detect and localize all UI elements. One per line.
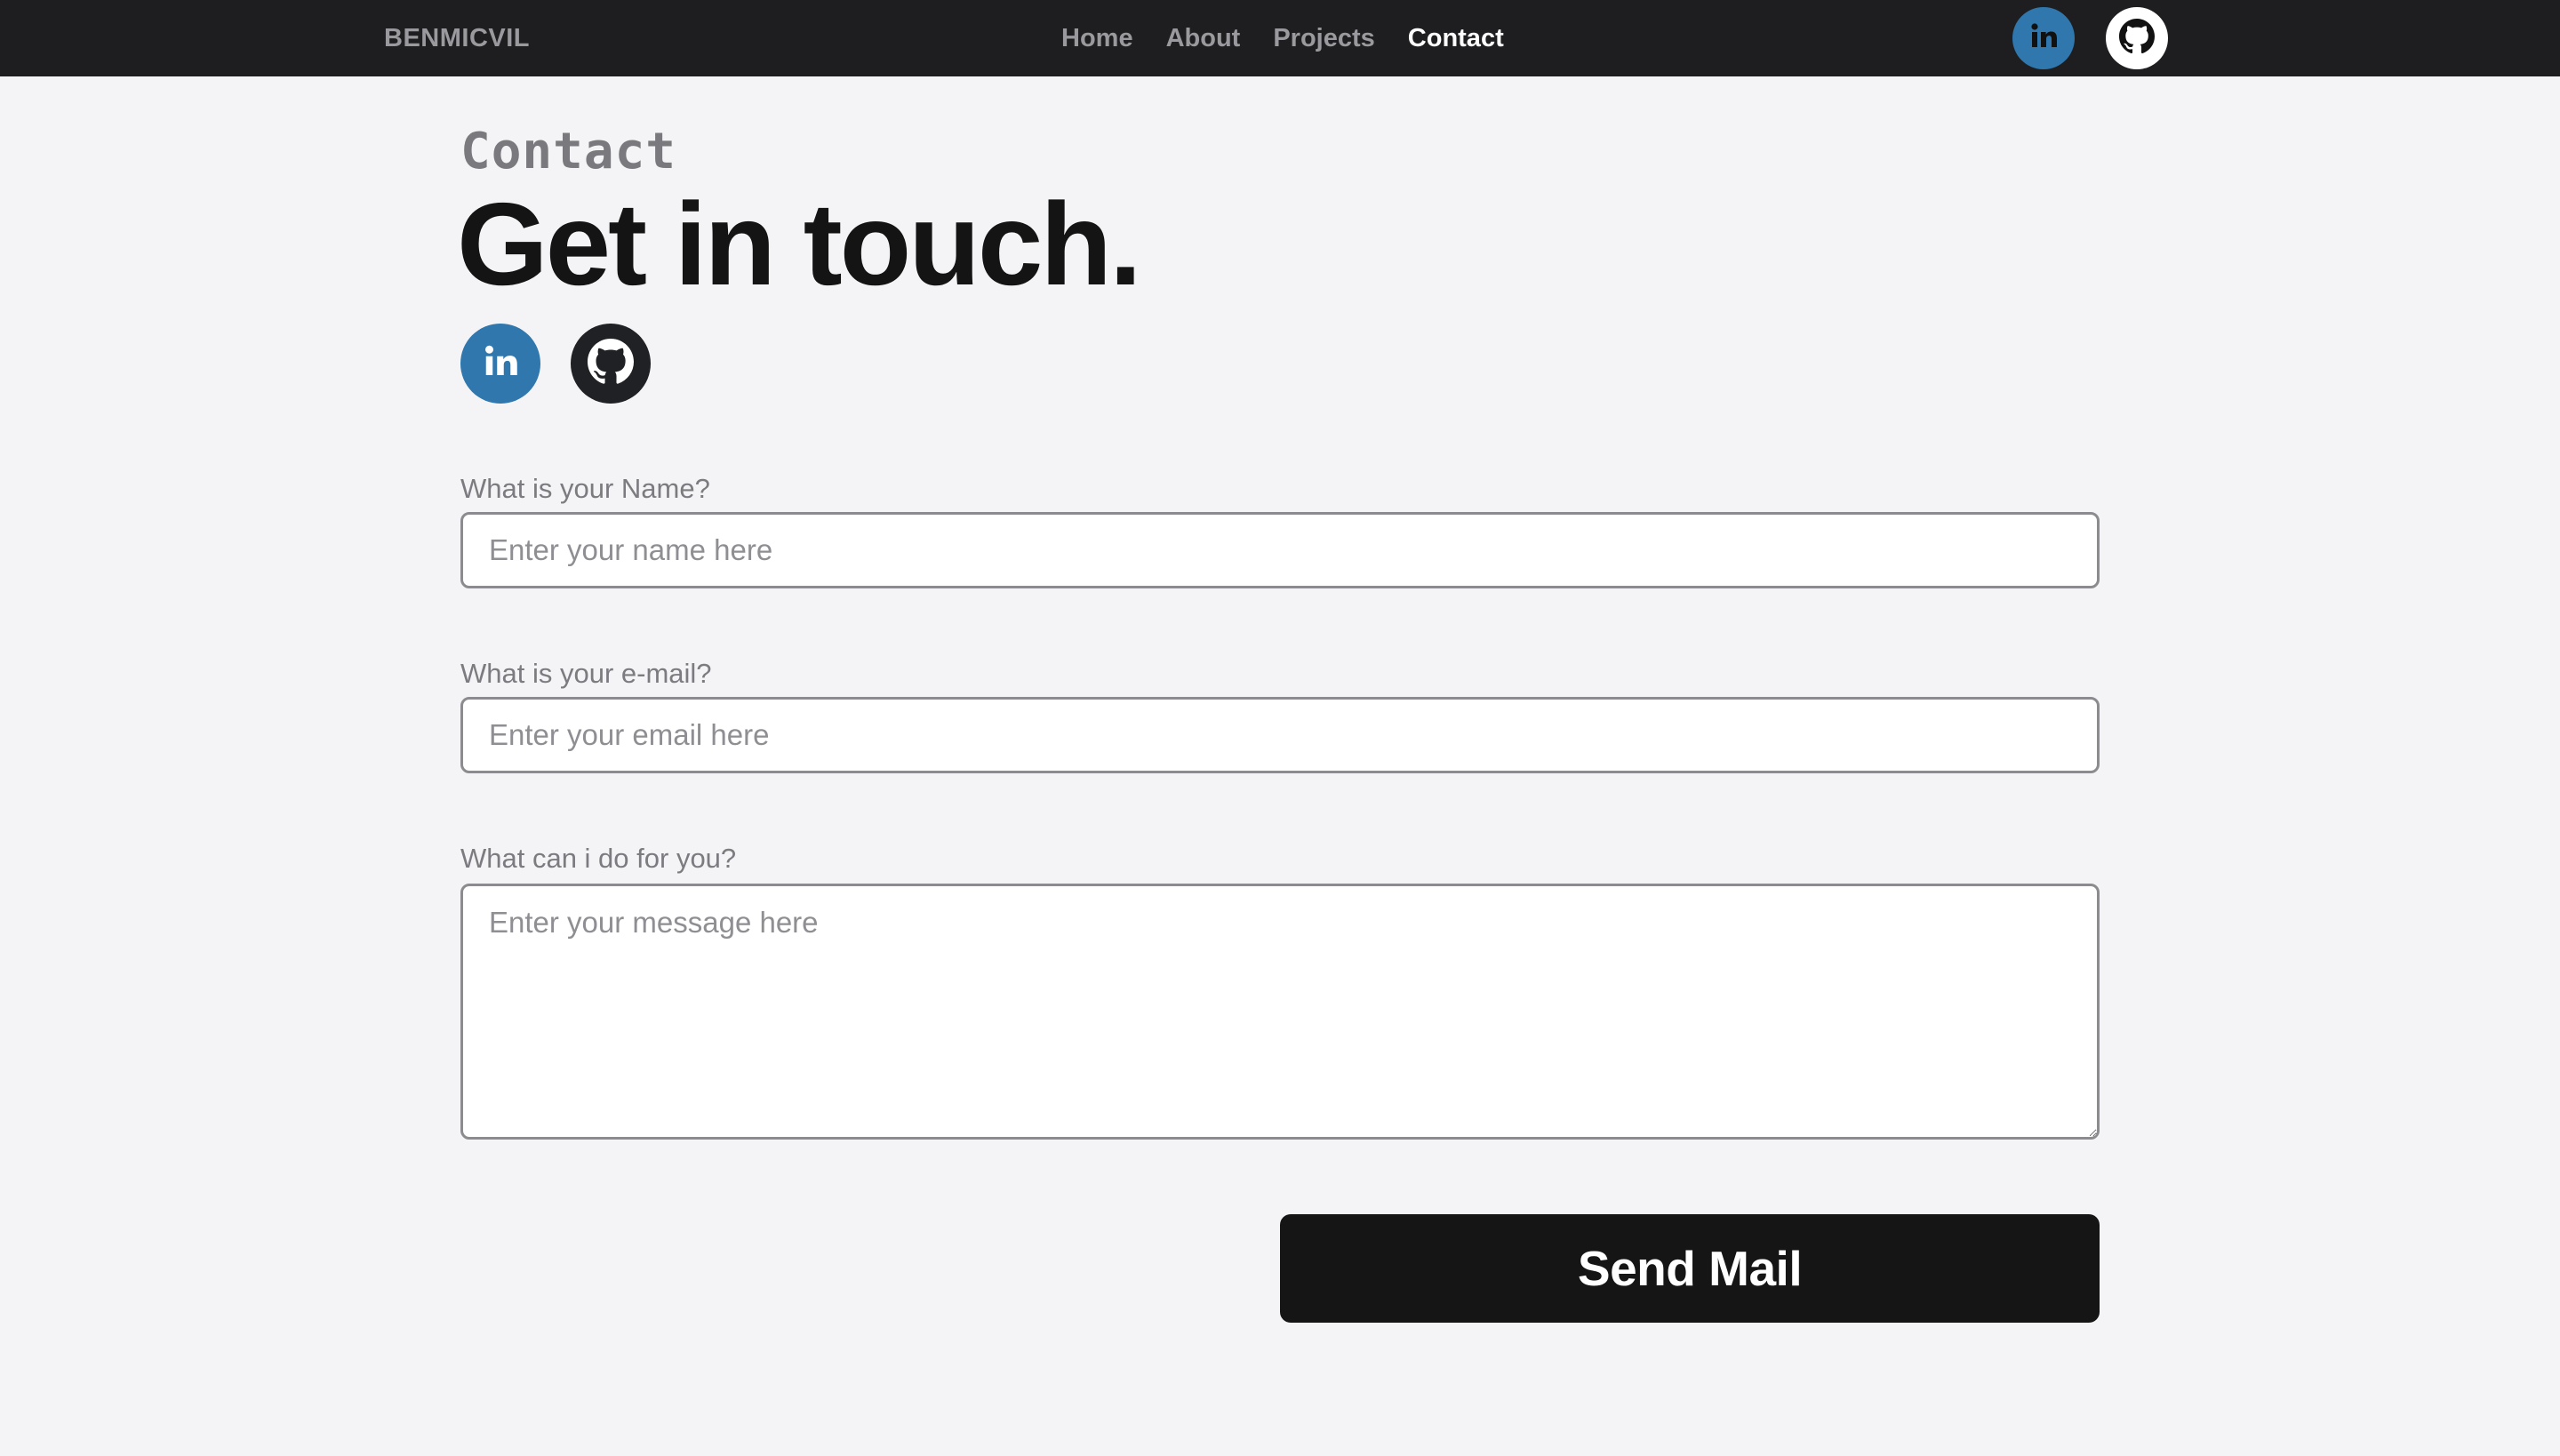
nav-link-contact[interactable]: Contact	[1408, 24, 1504, 53]
nav-linkedin-button[interactable]	[2012, 7, 2075, 69]
email-label: What is your e-mail?	[460, 658, 712, 689]
message-textarea[interactable]	[460, 884, 2100, 1140]
social-links	[460, 324, 651, 404]
nav-link-home[interactable]: Home	[1061, 24, 1133, 53]
page-title: Get in touch.	[457, 179, 1142, 309]
linkedin-icon	[478, 340, 523, 388]
nav-links: Home About Projects Contact	[1061, 0, 1504, 76]
navbar: BENMICVIL Home About Projects Contact	[0, 0, 2560, 76]
nav-link-projects[interactable]: Projects	[1273, 24, 1374, 53]
linkedin-button[interactable]	[460, 324, 540, 404]
send-mail-button[interactable]: Send Mail	[1280, 1214, 2100, 1323]
brand-logo[interactable]: BENMICVIL	[384, 0, 530, 76]
nav-github-button[interactable]	[2106, 7, 2168, 69]
name-label: What is your Name?	[460, 473, 710, 504]
nav-social-icons	[2012, 7, 2168, 69]
github-icon	[588, 338, 634, 389]
message-label: What can i do for you?	[460, 843, 737, 874]
email-input[interactable]	[460, 697, 2100, 773]
github-button[interactable]	[571, 324, 651, 404]
name-input[interactable]	[460, 512, 2100, 588]
linkedin-icon	[2026, 19, 2061, 59]
section-label: Contact	[460, 123, 677, 180]
nav-link-about[interactable]: About	[1166, 24, 1241, 53]
github-icon	[2119, 18, 2155, 59]
